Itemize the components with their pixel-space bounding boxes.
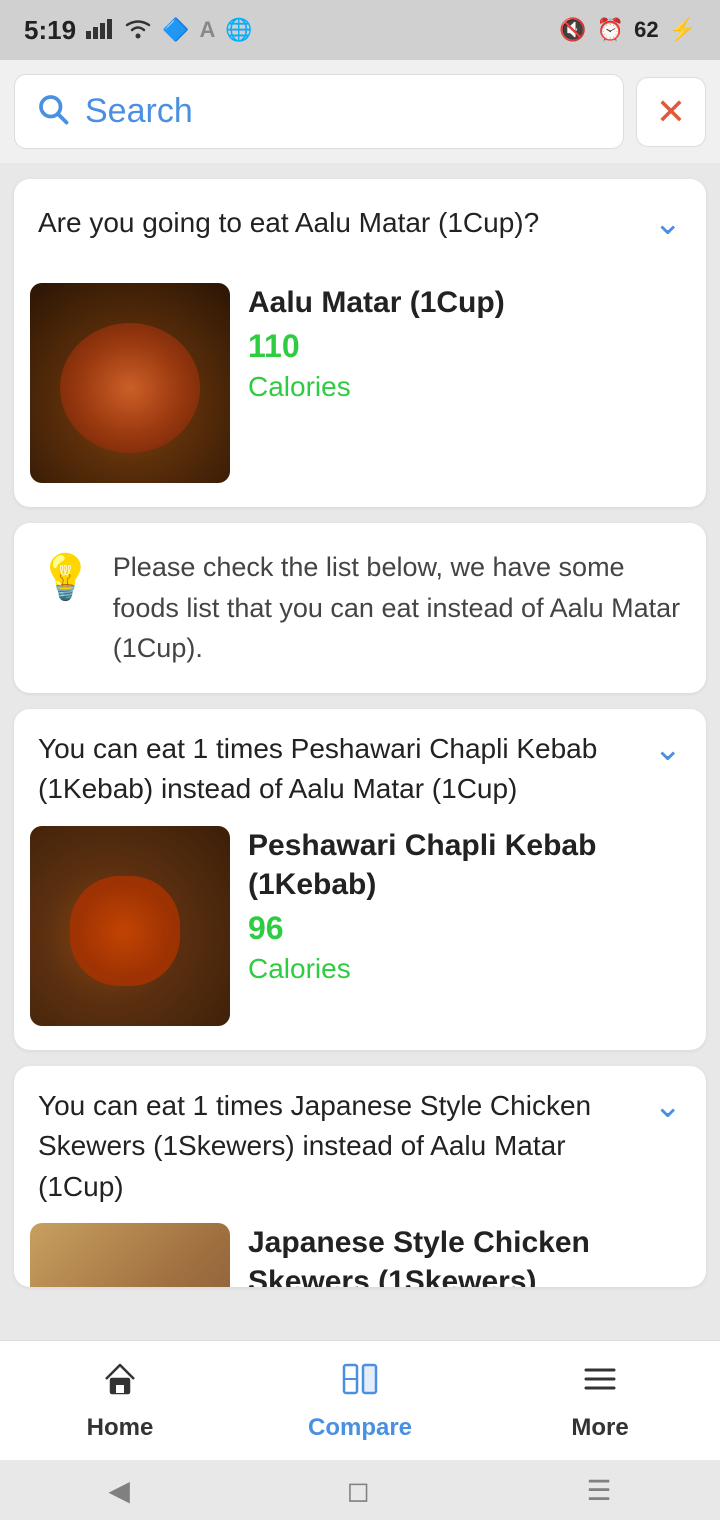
chevron-down-icon[interactable]: ⌄ [654,203,683,243]
android-bar: ◀ ◻ ☰ [0,1460,720,1520]
skewer-partial: Japanese Style Chicken Skewers (1Skewers… [14,1207,706,1287]
more-label: More [571,1414,628,1442]
home-label: Home [87,1414,154,1442]
a-icon: A [199,17,215,43]
skewer-image [30,1223,230,1287]
skewer-food-info: Japanese Style Chicken Skewers (1Skewers… [248,1223,682,1287]
recents-button[interactable]: ☰ [587,1474,612,1507]
search-icon [35,91,71,132]
suggestion-text-1: You can eat 1 times Peshawari Chapli Keb… [38,729,642,810]
chevron-down-icon-2[interactable]: ⌄ [654,1086,683,1126]
kebab-calories-label: Calories [248,953,682,985]
home-button[interactable]: ◻ [347,1474,370,1507]
battery-display: 62 [634,17,658,43]
back-button[interactable]: ◀ [108,1474,130,1507]
search-input-wrapper[interactable]: Search [14,74,624,149]
suggestion-text-2: You can eat 1 times Japanese Style Chick… [38,1086,642,1208]
compare-icon [340,1359,380,1408]
suggestion-1-food-row: Peshawari Chapli Kebab (1Kebab) 96 Calor… [14,810,706,1050]
skewer-name: Japanese Style Chicken Skewers (1Skewers… [248,1223,682,1287]
app-icon: 🌐 [225,17,252,43]
bottom-nav: Home Compare More [0,1340,720,1460]
signal-icon [86,15,114,46]
wifi-icon [124,15,152,46]
suggestion-card-1: You can eat 1 times Peshawari Chapli Keb… [14,709,706,1050]
search-placeholder: Search [85,92,193,131]
question-card: Are you going to eat Aalu Matar (1Cup)? … [14,179,706,507]
food-name: Aalu Matar (1Cup) [248,283,682,322]
status-left: 5:19 🔷 A 🌐 [24,15,253,46]
food-item-row: Aalu Matar (1Cup) 110 Calories [14,267,706,507]
food-calories: 110 [248,328,682,365]
close-icon: ✕ [656,91,686,133]
question-text: Are you going to eat Aalu Matar (1Cup)? [38,203,642,242]
nav-compare[interactable]: Compare [240,1359,480,1442]
aalu-matar-image [30,283,230,483]
close-button[interactable]: ✕ [636,77,706,147]
food-info: Aalu Matar (1Cup) 110 Calories [248,283,682,403]
nav-home[interactable]: Home [0,1359,240,1442]
charging-icon: ⚡ [669,17,696,43]
mute-icon: 🔇 [559,17,586,43]
nav-more[interactable]: More [480,1359,720,1442]
bluetooth-icon: 🔷 [162,17,189,43]
compare-label: Compare [308,1414,412,1442]
status-bar: 5:19 🔷 A 🌐 🔇 ⏰ 62 ⚡ [0,0,720,60]
more-icon [580,1359,620,1408]
calories-label: Calories [248,371,682,403]
clock-icon: ⏰ [597,17,624,43]
kebab-calories: 96 [248,910,682,947]
tip-text: Please check the list below, we have som… [113,547,682,669]
status-right: 🔇 ⏰ 62 ⚡ [559,17,696,43]
tip-icon: 💡 [38,551,93,603]
search-bar-container: Search ✕ [0,60,720,163]
suggestion-card-2: You can eat 1 times Japanese Style Chick… [14,1066,706,1288]
kebab-food-info: Peshawari Chapli Kebab (1Kebab) 96 Calor… [248,826,682,985]
home-icon [100,1359,140,1408]
chevron-down-icon-1[interactable]: ⌄ [654,729,683,769]
tip-card: 💡 Please check the list below, we have s… [14,523,706,693]
kebab-image [30,826,230,1026]
time-display: 5:19 [24,15,76,46]
kebab-name: Peshawari Chapli Kebab (1Kebab) [248,826,682,904]
